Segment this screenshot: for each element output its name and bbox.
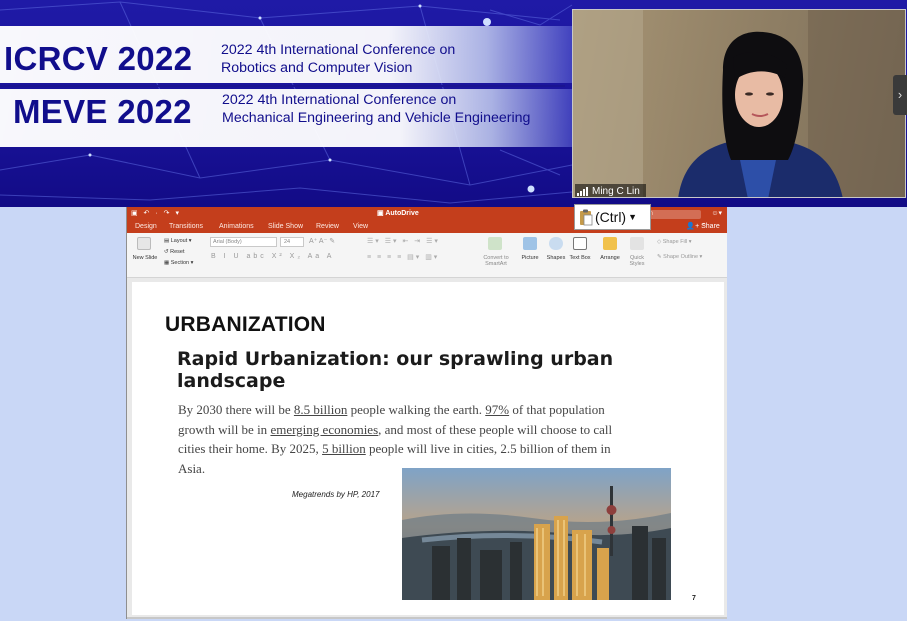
share-button[interactable]: 👤+ Share ⌃ [686, 221, 719, 233]
body-link-3: emerging economies [270, 421, 379, 437]
reset-label: Reset [170, 249, 185, 255]
slide-title: Rapid Urbanization: our sprawling urban … [177, 348, 614, 392]
font-size-value: 24 [284, 239, 291, 245]
account-icon[interactable]: ☺▾ [711, 207, 722, 221]
divider-line [0, 85, 565, 87]
body-text-2: people walking the earth. [347, 402, 486, 417]
slide[interactable]: URBANIZATION Rapid Urbanization: our spr… [132, 282, 724, 615]
layout-button[interactable]: ▤ Layout ▾ [164, 236, 193, 247]
chevron-down-icon: ▼ [628, 212, 638, 222]
text-format-buttons[interactable]: B I U abc X² X₂ Aa A [211, 253, 334, 260]
shape-fill-label: Shape Fill [662, 239, 688, 245]
shape-fill-button[interactable]: ◇ Shape Fill ▾ [657, 239, 692, 245]
arrange-label[interactable]: Arrange [596, 255, 624, 261]
shape-outline-button[interactable]: ✎ Shape Outline ▾ [657, 254, 702, 260]
participant-video-frame [573, 10, 905, 197]
tab-view[interactable]: View [353, 221, 368, 233]
smartart-icon[interactable] [488, 237, 502, 250]
convert-smartart-label[interactable]: Convert to SmartArt [479, 255, 513, 267]
tab-transitions[interactable]: Transitions [169, 221, 203, 233]
paste-options-button[interactable]: (Ctrl) ▼ [574, 204, 651, 230]
conference-2-acronym: MEVE 2022 [13, 93, 192, 130]
slide-citation: Megatrends by HP, 2017 [292, 490, 380, 499]
font-name-select[interactable]: Arial (Body) [210, 237, 277, 247]
participant-name: Ming C Lin [592, 186, 640, 197]
city-skyline-photo [402, 468, 671, 600]
section-label: Section [170, 260, 190, 266]
conference-2-name: 2022 4th International Conference on Mec… [222, 91, 530, 127]
layout-label: Layout [170, 238, 188, 244]
quick-styles-label[interactable]: Quick Styles [624, 255, 650, 267]
quick-styles-icon[interactable] [630, 237, 644, 250]
slide-heading: URBANIZATION [165, 313, 326, 336]
alignment-buttons[interactable]: ≡ ≡ ≡ ≡ ▤▾ ▥▾ [367, 253, 439, 261]
font-name-value: Arial (Body) [213, 239, 242, 245]
new-slide-icon[interactable] [137, 237, 151, 250]
body-link-4: 5 billion [322, 441, 366, 456]
arrange-icon[interactable] [603, 237, 617, 250]
tab-design[interactable]: Design [135, 221, 157, 233]
picture-icon[interactable] [523, 237, 537, 250]
document-title: ▣ AutoDrive [377, 210, 419, 217]
tab-review[interactable]: Review [316, 221, 339, 233]
quick-access-toolbar[interactable]: ▣ ↶ · ↷ ▾ [131, 207, 181, 221]
powerpoint-window: ▣ ↶ · ↷ ▾ ▣ AutoDrive ation ☺▾ Design Tr… [126, 207, 727, 619]
ppt-bottom-border [127, 617, 727, 619]
text-box-icon[interactable] [573, 237, 587, 250]
slide-body-text: By 2030 there will be 8.5 billion people… [178, 400, 618, 478]
new-slide-label[interactable]: New Slide [131, 255, 159, 261]
chevron-right-icon[interactable]: › [893, 75, 907, 115]
document-title-text: AutoDrive [385, 210, 419, 217]
share-label: Share [701, 223, 720, 230]
conference-1-line-1: 2022 4th International Conference on [221, 42, 456, 58]
body-text-1: By 2030 there will be [178, 402, 294, 417]
section-button[interactable]: ▦ Section ▾ [164, 258, 193, 269]
shape-outline-label: Shape Outline [663, 254, 698, 260]
text-box-label[interactable]: Text Box [569, 255, 591, 261]
list-buttons[interactable]: ☰▾ ☰▾ ⇤ ⇥ ☰▾ [367, 237, 440, 245]
conference-1-name: 2022 4th International Conference on Rob… [221, 41, 455, 77]
clipboard-icon [580, 209, 593, 225]
body-link-1: 8.5 billion [293, 402, 348, 417]
ribbon-toolbar: New Slide ▤ Layout ▾ ↺ Reset ▦ Section ▾… [127, 233, 727, 278]
tab-animations[interactable]: Animations [219, 221, 254, 233]
reset-button[interactable]: ↺ Reset [164, 247, 193, 258]
slide-page-number: 7 [692, 595, 696, 602]
paste-options-label: (Ctrl) [595, 209, 627, 225]
participant-video-tile[interactable]: Ming C Lin [572, 9, 906, 198]
signal-bars-icon [577, 187, 588, 196]
conference-2-line-2: Mechanical Engineering and Vehicle Engin… [222, 110, 531, 126]
conference-2-line-1: 2022 4th International Conference on [222, 92, 457, 108]
participant-name-label: Ming C Lin [575, 184, 646, 197]
shapes-label[interactable]: Shapes [543, 255, 569, 261]
font-size-buttons[interactable]: A⁺ A⁻ ✎ [309, 237, 335, 245]
font-size-select[interactable]: 24 [280, 237, 304, 247]
conference-1-line-2: Robotics and Computer Vision [221, 60, 413, 76]
picture-label[interactable]: Picture [517, 255, 543, 261]
shapes-icon[interactable] [549, 237, 563, 250]
tab-slide-show[interactable]: Slide Show [268, 221, 303, 233]
body-link-2: 97% [485, 402, 510, 417]
slide-layout-group: ▤ Layout ▾ ↺ Reset ▦ Section ▾ [164, 236, 193, 269]
conference-1-acronym: ICRCV 2022 [4, 40, 193, 77]
